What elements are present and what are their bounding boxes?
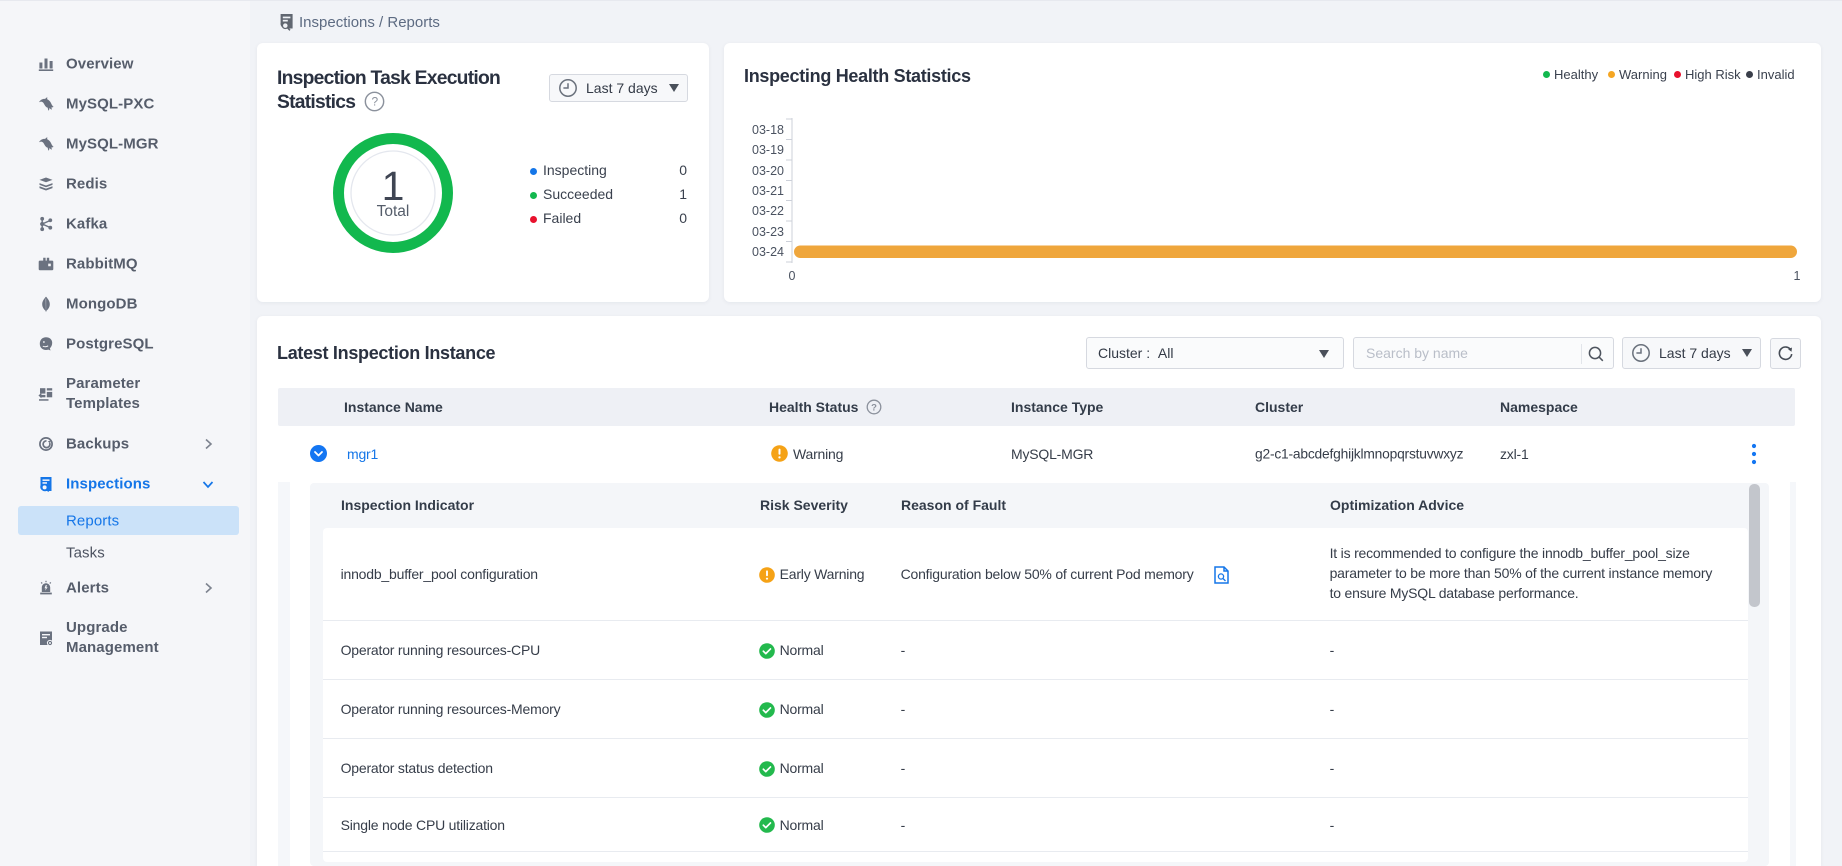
svg-text:?: ? xyxy=(372,95,379,109)
svg-text:?: ? xyxy=(871,402,877,413)
